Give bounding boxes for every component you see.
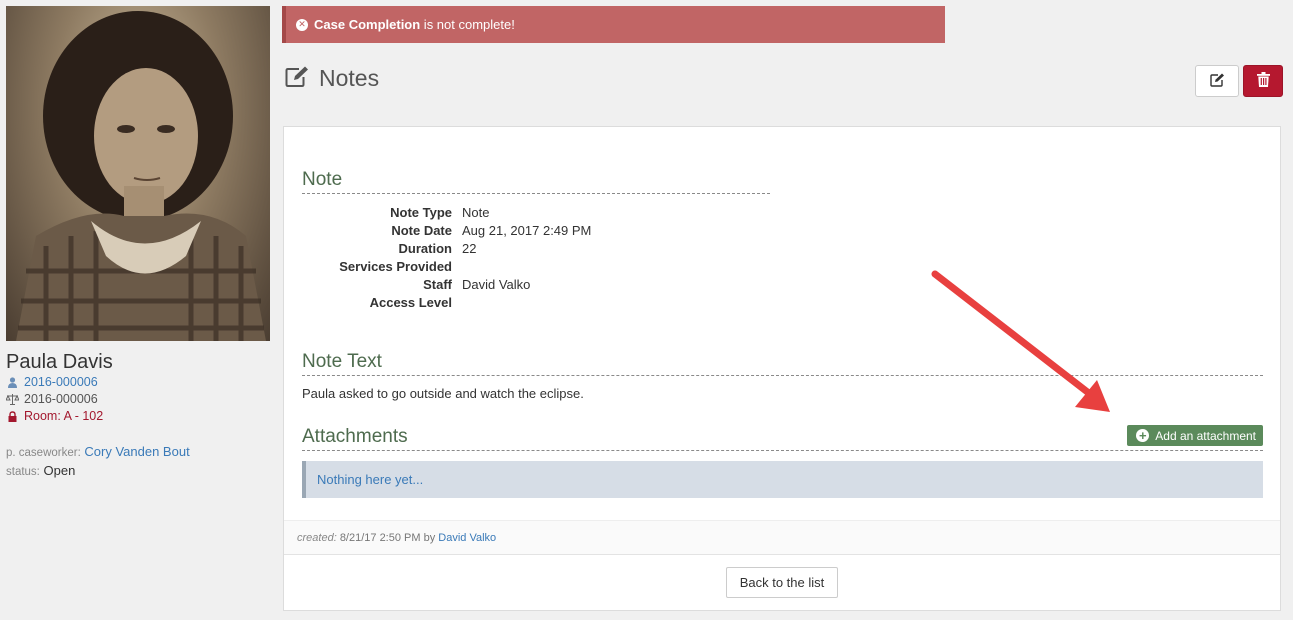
field-label: Duration [398, 241, 452, 256]
room-line: Room: A - 102 [6, 408, 270, 425]
user-icon [6, 377, 19, 388]
caseworker-link[interactable]: Cory Vanden Bout [84, 444, 189, 459]
field-value: Aug 21, 2017 2:49 PM [462, 223, 592, 238]
field-row: Staff David Valko [302, 276, 770, 294]
balance-scale-icon [6, 394, 19, 405]
attachments-header: Attachments + Add an attachment [302, 425, 1263, 451]
created-date: 8/21/17 2:50 PM [339, 531, 421, 544]
field-label: Access Level [369, 295, 452, 310]
field-row: Note Type Note [302, 204, 770, 222]
page-heading: Notes [285, 65, 379, 92]
alert-text: is not complete! [420, 17, 515, 32]
attachments-title: Attachments [302, 426, 408, 447]
note-section-title: Note [302, 169, 770, 194]
field-label: Staff [423, 277, 452, 292]
created-by: by [423, 531, 436, 544]
client-name: Paula Davis [6, 351, 113, 373]
heading-actions [1195, 65, 1283, 97]
plus-circle-icon: + [1136, 429, 1150, 442]
page-title: Notes [319, 65, 380, 91]
created-label: created: [297, 531, 337, 544]
field-label: Note Type [390, 205, 452, 220]
alert-bold: Case Completion [314, 17, 421, 32]
court-id-line: 2016-000006 [6, 391, 270, 408]
field-label: Services Provided [339, 259, 452, 274]
note-card: Note Note Type Note Note Date Aug 21, 20… [283, 126, 1281, 611]
pencil-icon [1209, 73, 1225, 90]
field-row: Duration 22 [302, 240, 770, 258]
case-completion-alert: ✕ Case Completion is not complete! [282, 6, 945, 43]
note-section: Note Note Type Note Note Date Aug 21, 20… [302, 169, 770, 312]
caseworker-label: p. caseworker: [6, 447, 81, 459]
case-id-line[interactable]: 2016-000006 [6, 374, 270, 391]
case-id-link[interactable]: 2016-000006 [24, 374, 98, 391]
alert-message: Case Completion is not complete! [314, 17, 515, 32]
status-value: Open [43, 463, 76, 478]
status-label: status: [6, 466, 40, 478]
edit-icon [285, 66, 309, 91]
annotation-arrow-icon [931, 270, 1110, 412]
edit-note-button[interactable] [1195, 65, 1239, 97]
field-row: Services Provided [302, 258, 770, 276]
trash-icon [1256, 72, 1270, 90]
field-row: Note Date Aug 21, 2017 2:49 PM [302, 222, 770, 240]
caseworker-block: p. caseworker: Cory Vanden Bout status: … [6, 443, 270, 481]
field-value: 22 [462, 241, 477, 256]
add-attachment-label: Add an attachment [1155, 428, 1256, 443]
client-sidebar: Paula Davis 2016-000006 2016-000006 Room… [6, 6, 270, 481]
attachments-section: Attachments + Add an attachment Nothing … [302, 425, 1263, 498]
client-photo [6, 6, 270, 341]
lock-icon [6, 411, 19, 422]
delete-note-button[interactable] [1243, 65, 1283, 97]
created-info: created: 8/21/17 2:50 PM by David Valko [284, 520, 1280, 554]
field-row: Access Level [302, 294, 770, 312]
note-details: Note Type Note Note Date Aug 21, 2017 2:… [302, 204, 770, 312]
attachments-empty-state: Nothing here yet... [302, 461, 1263, 498]
court-id: 2016-000006 [24, 392, 98, 406]
times-circle-icon: ✕ [296, 18, 308, 31]
back-to-list-button[interactable]: Back to the list [725, 567, 839, 598]
field-value: David Valko [462, 277, 531, 292]
room-label: Room: A - 102 [24, 409, 104, 423]
created-author-link[interactable]: David Valko [438, 532, 496, 544]
field-label: Note Date [391, 223, 452, 238]
card-footer: Back to the list [284, 554, 1280, 610]
field-value: Note [462, 205, 490, 220]
add-attachment-button[interactable]: + Add an attachment [1127, 425, 1263, 446]
